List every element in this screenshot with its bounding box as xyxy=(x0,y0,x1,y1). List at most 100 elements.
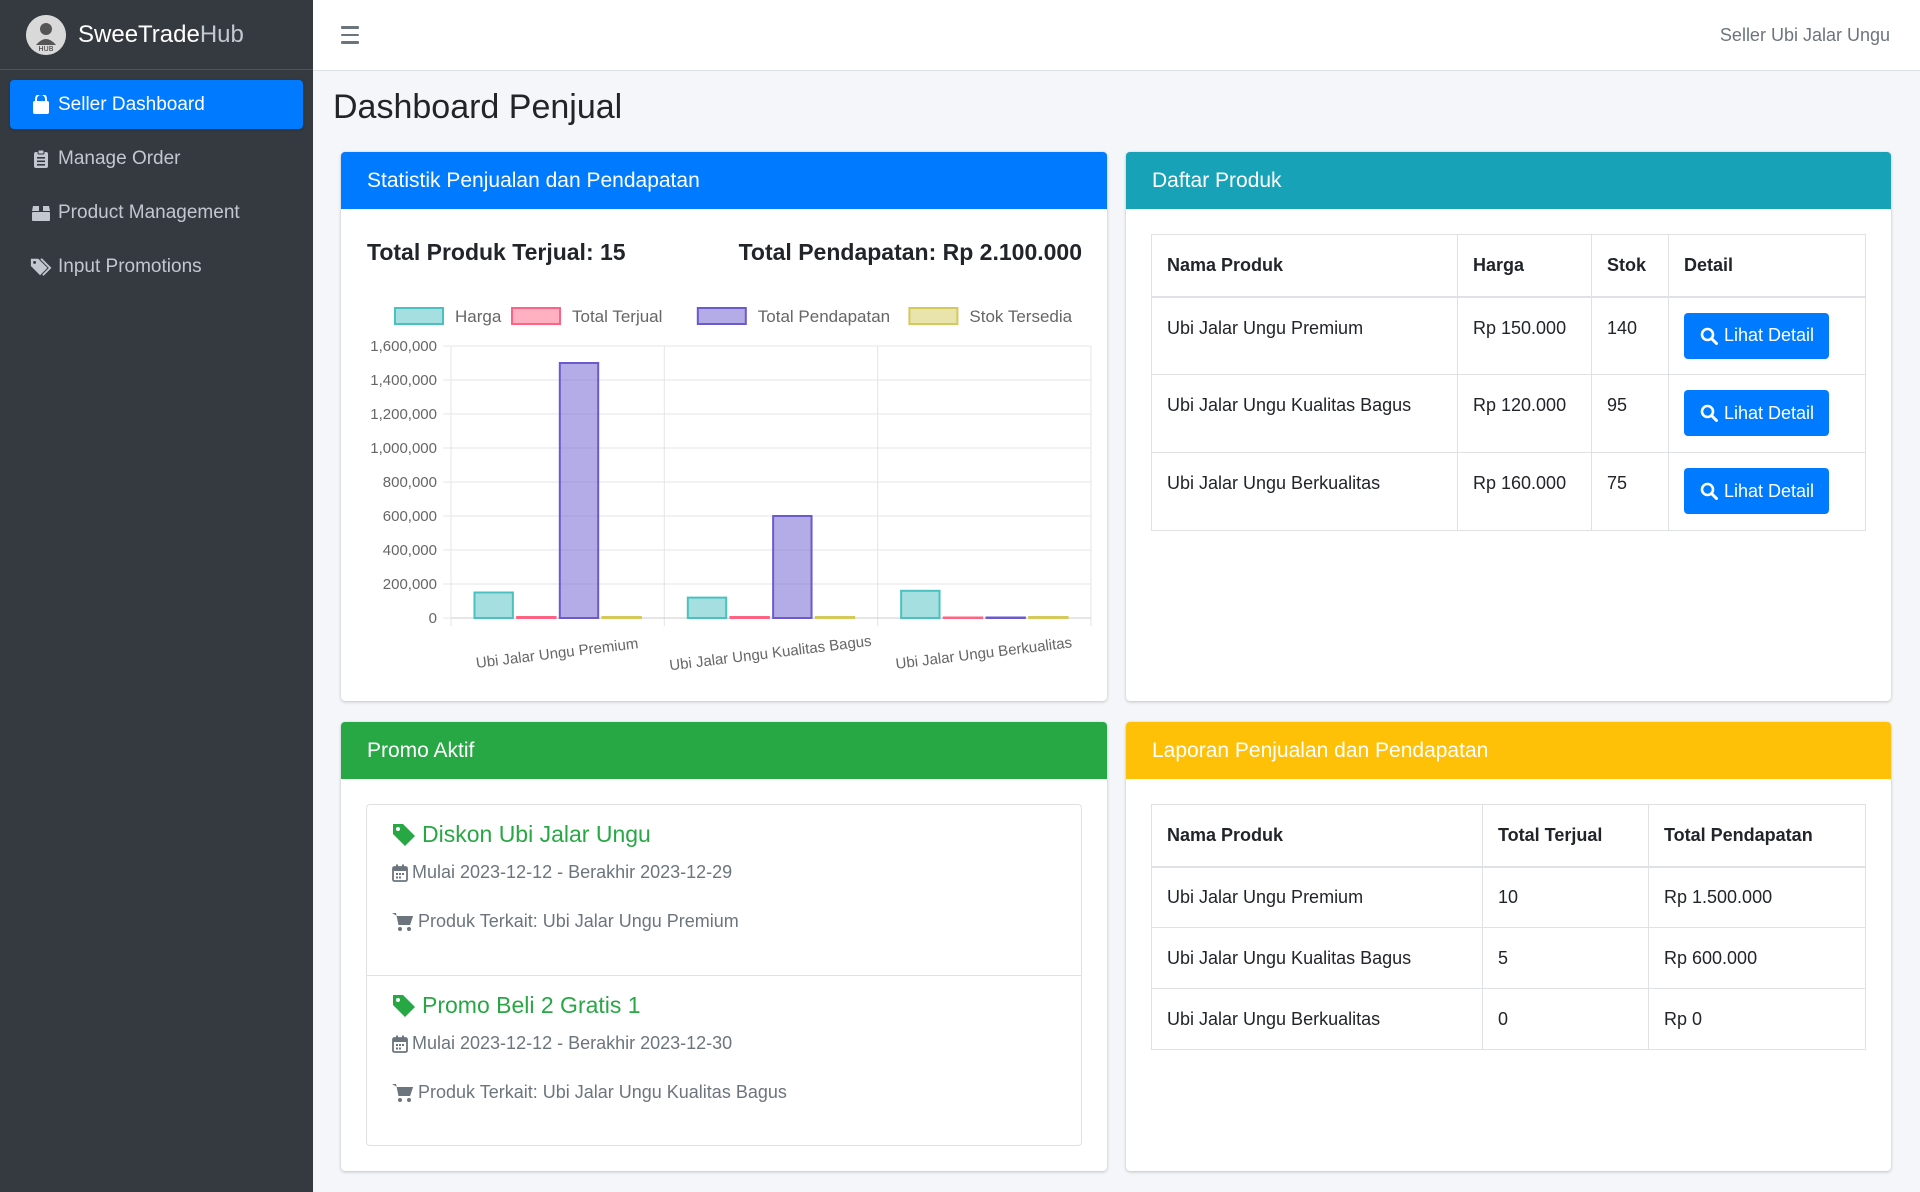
sidebar-item-seller-dashboard[interactable]: Seller Dashboard xyxy=(10,80,303,129)
promo-title: Diskon Ubi Jalar Ungu xyxy=(392,821,1056,848)
list-item[interactable]: Diskon Ubi Jalar Ungu Mulai 2023-12-12 -… xyxy=(367,805,1081,975)
table-row: Ubi Jalar Ungu Kualitas Bagus 5 Rp 600.0… xyxy=(1151,927,1866,989)
brand-logo: HUB xyxy=(26,14,66,55)
calendar-icon xyxy=(392,1035,408,1053)
bar xyxy=(985,616,1026,619)
product-detail-cell: Lihat Detail xyxy=(1668,296,1866,375)
shopping-bag-icon xyxy=(30,94,52,116)
column-header: Harga xyxy=(1457,234,1592,298)
view-detail-label: Lihat Detail xyxy=(1724,480,1815,501)
legend-label: Total Terjual xyxy=(572,307,662,326)
tags-icon xyxy=(30,256,52,278)
brand-logo-text: HUB xyxy=(38,45,53,53)
sidebar-item-label: Seller Dashboard xyxy=(58,93,205,115)
y-tick-label: 400,000 xyxy=(383,542,437,559)
promo-product: Produk Terkait: Ubi Jalar Ungu Premium xyxy=(392,911,1056,932)
promo-card-header: Promo Aktif xyxy=(341,722,1107,779)
table-row: Ubi Jalar Ungu Premium 10 Rp 1.500.000 xyxy=(1151,866,1866,928)
sidebar: HUB SweeTradeHub Seller Dashboard Manage… xyxy=(0,0,313,1192)
product-name: Ubi Jalar Ungu Berkualitas xyxy=(1151,452,1458,531)
top-navbar: Seller Ubi Jalar Ungu xyxy=(313,0,1920,71)
sidebar-item-product-management[interactable]: Product Management xyxy=(10,188,303,237)
promo-dates: Mulai 2023-12-12 - Berakhir 2023-12-29 xyxy=(392,862,1056,883)
table-row: Ubi Jalar Ungu Berkualitas 0 Rp 0 xyxy=(1151,988,1866,1050)
view-detail-button[interactable]: Lihat Detail xyxy=(1684,312,1830,359)
report-table: Nama Produk Total Terjual Total Pendapat… xyxy=(1151,804,1866,1050)
shopping-cart-icon xyxy=(392,912,413,931)
product-stock: 95 xyxy=(1591,374,1669,453)
view-detail-button[interactable]: Lihat Detail xyxy=(1684,390,1830,436)
promo-list: Diskon Ubi Jalar Ungu Mulai 2023-12-12 -… xyxy=(366,804,1082,1146)
page-title: Dashboard Penjual xyxy=(333,88,623,126)
legend-label: Total Pendapatan xyxy=(758,307,890,326)
promo-card: Promo Aktif Diskon Ubi Jalar Ungu Mulai … xyxy=(341,722,1107,1171)
sidebar-nav: Seller Dashboard Manage Order Product Ma… xyxy=(0,70,313,306)
report-total-revenue: Rp 1.500.000 xyxy=(1648,866,1866,928)
bar xyxy=(558,362,600,619)
search-icon xyxy=(1700,482,1718,500)
column-header: Nama Produk xyxy=(1151,804,1483,868)
total-sold: Total Produk Terjual: 15 xyxy=(367,239,626,265)
bar xyxy=(601,616,642,619)
report-total-revenue: Rp 600.000 xyxy=(1648,927,1866,989)
x-tick-label: Ubi Jalar Ungu Premium xyxy=(475,635,639,672)
user-name[interactable]: Seller Ubi Jalar Ungu xyxy=(1720,25,1890,46)
report-total-revenue: Rp 0 xyxy=(1648,988,1866,1050)
tag-icon xyxy=(393,994,415,1017)
sales-chart: Harga Total Terjual Total Pendapatan Stok T… xyxy=(361,302,1101,687)
report-total-sold: 10 xyxy=(1482,866,1649,928)
table-row: Ubi Jalar Ungu Premium Rp 150.000 140 Li… xyxy=(1151,296,1866,375)
table-header-row: Nama Produk Harga Stok Detail xyxy=(1151,234,1866,298)
promo-dates-text: Mulai 2023-12-12 - Berakhir 2023-12-29 xyxy=(412,862,733,882)
report-product-name: Ubi Jalar Ungu Premium xyxy=(1151,866,1483,928)
list-item[interactable]: Promo Beli 2 Gratis 1 Mulai 2023-12-12 -… xyxy=(367,975,1081,1145)
legend-label: Stok Tersedia xyxy=(969,307,1072,326)
column-header: Total Pendapatan xyxy=(1648,804,1866,868)
bar xyxy=(772,515,813,619)
y-tick-label: 600,000 xyxy=(383,508,437,525)
sidebar-item-label: Input Promotions xyxy=(58,255,202,277)
clipboard-icon xyxy=(30,148,52,170)
sales-chart-svg: Harga Total Terjual Total Pendapatan Stok T… xyxy=(370,307,1092,675)
products-card-header: Daftar Produk xyxy=(1126,152,1891,209)
bar xyxy=(942,616,984,619)
brand[interactable]: HUB SweeTradeHub xyxy=(0,0,313,70)
promo-product-text: Produk Terkait: Ubi Jalar Ungu Kualitas … xyxy=(418,1082,787,1102)
promo-product: Produk Terkait: Ubi Jalar Ungu Kualitas … xyxy=(392,1082,1056,1103)
bar xyxy=(473,591,514,619)
product-detail-cell: Lihat Detail xyxy=(1668,374,1866,453)
bar xyxy=(1028,616,1069,619)
column-header: Nama Produk xyxy=(1151,234,1458,298)
y-tick-label: 0 xyxy=(429,610,437,627)
report-card-header: Laporan Penjualan dan Pendapatan xyxy=(1126,722,1891,779)
report-total-sold: 5 xyxy=(1482,927,1649,989)
product-price: Rp 150.000 xyxy=(1457,296,1592,375)
bar xyxy=(516,616,557,619)
view-detail-button[interactable]: Lihat Detail xyxy=(1684,468,1830,514)
products-table: Nama Produk Harga Stok Detail Ubi Jalar … xyxy=(1151,234,1866,531)
promo-dates-text: Mulai 2023-12-12 - Berakhir 2023-12-30 xyxy=(412,1033,733,1053)
sidebar-item-input-promotions[interactable]: Input Promotions xyxy=(10,242,303,291)
table-row: Ubi Jalar Ungu Kualitas Bagus Rp 120.000… xyxy=(1151,374,1866,453)
column-header: Total Terjual xyxy=(1482,804,1649,868)
report-product-name: Ubi Jalar Ungu Berkualitas xyxy=(1151,988,1483,1050)
brand-name-suffix: Hub xyxy=(199,20,244,48)
sidebar-item-label: Manage Order xyxy=(58,147,181,169)
stats-card: Statistik Penjualan dan Pendapatan Total… xyxy=(341,152,1107,701)
shopping-cart-icon xyxy=(392,1083,413,1102)
product-detail-cell: Lihat Detail xyxy=(1668,452,1866,531)
sidebar-item-manage-order[interactable]: Manage Order xyxy=(10,134,303,183)
product-name: Ubi Jalar Ungu Kualitas Bagus xyxy=(1151,374,1458,453)
bar xyxy=(814,616,856,619)
legend-swatch xyxy=(696,307,747,325)
report-total-sold: 0 xyxy=(1482,988,1649,1050)
x-tick-label: Ubi Jalar Ungu Kualitas Bagus xyxy=(668,633,872,675)
table-row: Ubi Jalar Ungu Berkualitas Rp 160.000 75… xyxy=(1151,452,1866,531)
product-price: Rp 160.000 xyxy=(1457,452,1592,531)
menu-toggle-icon[interactable] xyxy=(341,23,365,47)
product-stock: 140 xyxy=(1591,296,1669,375)
report-card: Laporan Penjualan dan Pendapatan Nama Pr… xyxy=(1126,722,1891,1171)
promo-title: Promo Beli 2 Gratis 1 xyxy=(392,992,1056,1019)
y-tick-label: 200,000 xyxy=(383,576,437,593)
table-header-row: Nama Produk Total Terjual Total Pendapat… xyxy=(1151,804,1866,868)
